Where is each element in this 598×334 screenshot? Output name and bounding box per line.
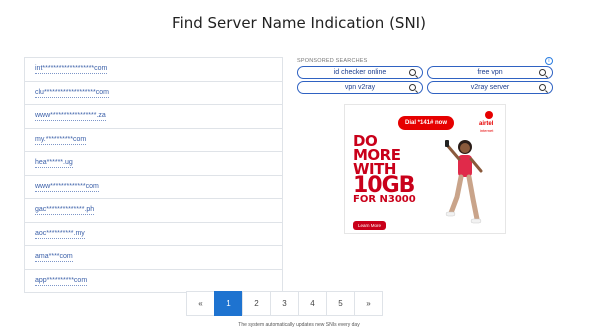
chip-label: vpn v2ray (344, 84, 376, 91)
list-item: www*************com (25, 176, 282, 199)
ad-headline-amount: 10GB (353, 173, 415, 198)
page-1-button[interactable]: 1 (214, 291, 243, 316)
sni-link[interactable]: www*************com (35, 182, 99, 192)
page-5-button[interactable]: 5 (326, 291, 355, 316)
next-page-button[interactable]: » (354, 291, 383, 316)
sponsored-label: SPONSORED SEARCHES (297, 58, 368, 64)
page-2-button[interactable]: 2 (242, 291, 271, 316)
search-icon (409, 69, 416, 76)
learn-more-button[interactable]: Learn More (353, 221, 387, 230)
sni-link[interactable]: my.**********com (35, 135, 87, 145)
search-icon (539, 69, 546, 76)
sni-link[interactable]: hea******.ug (35, 158, 73, 169)
list-item: int*******************com (25, 58, 282, 82)
advertisement-banner[interactable]: Dial *141# now airtel internet DO MORE W… (344, 104, 506, 234)
page-4-button[interactable]: 4 (298, 291, 327, 316)
list-item: aoc**********.my (25, 223, 282, 246)
airtel-logo-icon (485, 111, 493, 119)
sponsored-search-chip[interactable]: vpn v2ray (297, 81, 423, 94)
sni-link[interactable]: ama****com (35, 252, 73, 263)
sni-link[interactable]: clu*******************com (35, 88, 109, 98)
chip-label: id checker online (333, 69, 387, 76)
list-item: ama****com (25, 246, 282, 270)
sni-link[interactable]: aoc**********.my (35, 229, 85, 239)
sni-link[interactable]: www*****************.za (35, 111, 106, 122)
info-icon[interactable]: i (545, 57, 553, 65)
list-item: my.**********com (25, 129, 282, 152)
list-item: hea******.ug (25, 152, 282, 176)
list-item: gac**************.ph (25, 199, 282, 223)
sponsored-search-chip[interactable]: free vpn (427, 66, 553, 79)
search-icon (409, 84, 416, 91)
chip-label: v2ray server (470, 84, 510, 91)
sni-link[interactable]: int*******************com (35, 64, 108, 75)
prev-page-button[interactable]: « (186, 291, 215, 316)
list-item: app**********com (25, 270, 282, 293)
search-icon (539, 84, 546, 91)
ad-price: FOR N3000 (353, 194, 416, 205)
person-illustration-icon (445, 140, 483, 224)
footer-note: The system automatically updates new SNI… (238, 322, 360, 328)
ad-brand: airtel (479, 121, 494, 127)
sponsored-chips: id checker online free vpn vpn v2ray v2r… (297, 66, 553, 94)
ad-brand-sub: internet (480, 128, 494, 133)
ad-headline: DO MORE WITH 10GB (353, 134, 415, 198)
sponsored-header: SPONSORED SEARCHES i (297, 57, 553, 65)
ad-dial-badge: Dial *141# now (398, 116, 455, 130)
page-3-button[interactable]: 3 (270, 291, 299, 316)
sni-list: int*******************com clu***********… (24, 57, 283, 293)
sni-link[interactable]: app**********com (35, 276, 88, 286)
list-item: clu*******************com (25, 82, 282, 105)
chip-label: free vpn (477, 69, 503, 76)
list-item: www*****************.za (25, 105, 282, 129)
sponsored-search-chip[interactable]: v2ray server (427, 81, 553, 94)
pagination: « 1 2 3 4 5 » (186, 291, 383, 316)
sponsored-searches: SPONSORED SEARCHES i id checker online f… (297, 57, 553, 94)
page-title: Find Server Name Indication (SNI) (172, 14, 426, 32)
sni-link[interactable]: gac**************.ph (35, 205, 95, 216)
sponsored-search-chip[interactable]: id checker online (297, 66, 423, 79)
